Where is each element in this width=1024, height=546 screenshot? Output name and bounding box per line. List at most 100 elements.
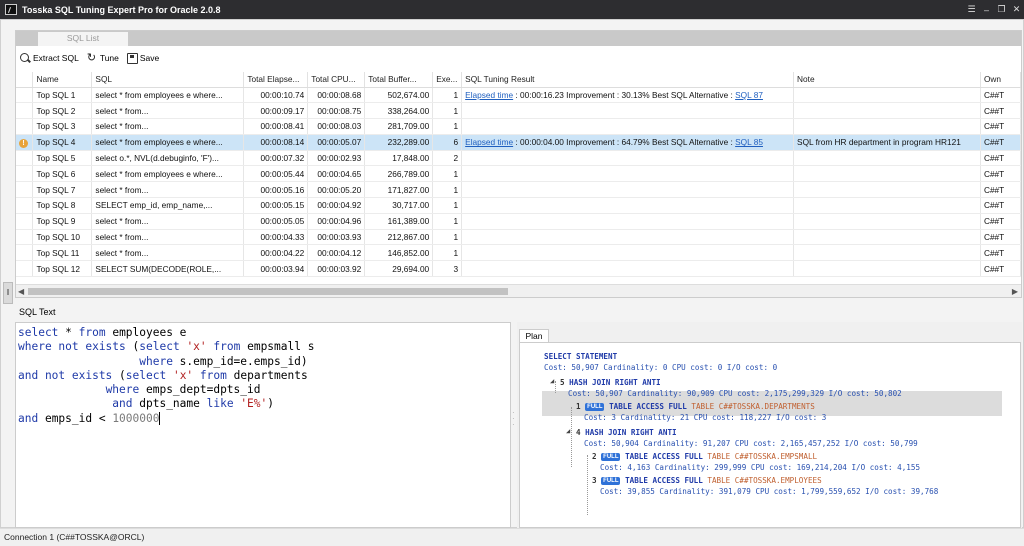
plan-operation: TABLE ACCESS FULL [609,402,687,411]
plan-node-stats: Cost: 50,907 Cardinality: 90,909 CPU cos… [568,389,902,398]
table-row[interactable]: Top SQL 2 select * from... 00:00:09.17 00:0… [16,102,1021,120]
best-sql-link[interactable]: SQL 87 [735,90,763,100]
plan-operation: HASH JOIN RIGHT ANTI [569,378,661,387]
row-header[interactable] [16,102,34,120]
sql-grid: Name SQL Total Elapse... Total CPU... Total … [16,72,1021,284]
cell-cpu: 00:00:08.03 [307,118,366,135]
save-icon [126,52,138,64]
plan-operation: TABLE ACCESS FULL [625,476,703,485]
sql-token: departments [226,368,308,382]
plan-node[interactable]: SELECT STATEMENT Cost: 50,907 Cardinality… [544,351,777,373]
table-row[interactable]: ! Top SQL 4 select * from employees e wher… [16,134,1021,151]
cell-sql: select * from... [91,213,245,230]
plan-node[interactable]: 5 HASH JOIN RIGHT ANTI Cost: 50,907 Cardi… [560,377,902,399]
close-icon[interactable]: ✕ [1009,4,1024,15]
cell-note [793,118,981,135]
cell-owner: C##T [980,260,1021,278]
cell-exe: 3 [432,260,463,278]
scroll-thumb[interactable] [28,288,508,295]
table-row[interactable]: Top SQL 5 select o.*, NVL(d.debuginfo, 'F… [16,150,1021,167]
row-header[interactable] [16,260,34,278]
grid-header: Name SQL Total Elapse... Total CPU... Total … [16,72,1021,88]
row-header[interactable] [16,181,34,199]
cell-cpu: 00:00:04.65 [307,165,366,183]
sql-token: ( [112,368,126,382]
plan-node[interactable]: 1 FULL TABLE ACCESS FULL TABLE C##TOSSKA… [576,401,826,423]
table-row[interactable]: Top SQL 1 select * from employees e where… [16,87,1021,104]
extract-sql-button[interactable]: Extract SQL [20,52,79,64]
column-header[interactable]: Exe... [432,72,463,88]
horizontal-scrollbar[interactable]: ◀ ▶ [16,284,1021,297]
cell-buffer: 17,848.00 [364,150,434,167]
elapsed-time-link[interactable]: Elapsed time [465,137,513,147]
minimize-icon[interactable]: – [979,5,994,15]
plan-table: TABLE C##TOSSKA.DEPARTMENTS [691,402,815,411]
row-header[interactable] [16,213,34,230]
tune-button[interactable]: ↻ Tune [87,52,119,64]
cell-exe: 1 [432,244,463,262]
table-row[interactable]: Top SQL 11 select * from... 00:00:04.22 00:… [16,244,1021,262]
splitter-grip-icon[interactable]: · · · [512,409,515,430]
cell-exe: 1 [432,102,463,120]
row-header[interactable] [16,87,34,104]
table-row[interactable]: Top SQL 6 select * from employees e where… [16,165,1021,183]
cell-note: SQL from HR department in program HR121 [793,134,981,151]
cell-exe: 1 [432,181,463,199]
scroll-left-icon[interactable]: ◀ [18,285,24,298]
table-row[interactable]: Top SQL 8 SELECT emp_id, emp_name,... 00:0… [16,197,1021,214]
cell-elapsed: 00:00:05.44 [243,165,309,183]
row-header[interactable]: ! [16,134,34,151]
sql-editor[interactable]: select * from employees e where not exist… [18,326,508,526]
elapsed-time-link[interactable]: Elapsed time [465,90,513,100]
row-header[interactable] [16,165,34,183]
row-header[interactable] [16,150,34,167]
restore-icon[interactable]: ❐ [994,4,1009,15]
plan-node[interactable]: 4 HASH JOIN RIGHT ANTI Cost: 50,904 Cardi… [576,427,918,449]
save-button[interactable]: Save [126,52,159,64]
column-header[interactable]: Total Elapse... [243,72,309,88]
expand-arrow-icon[interactable]: ◢ [566,427,570,435]
sql-token: and [18,411,39,425]
tab-plan[interactable]: Plan [519,329,549,343]
cell-note [793,102,981,120]
table-row[interactable]: Top SQL 3 select * from... 00:00:08.41 00:0… [16,118,1021,135]
tab-sql-list[interactable]: SQL List [38,32,128,46]
collapse-handle-icon[interactable]: ‖ [3,282,13,304]
row-header[interactable] [16,118,34,135]
cell-elapsed: 00:00:05.15 [243,197,309,214]
plan-node[interactable]: 2 FULL TABLE ACCESS FULL TABLE C##TOSSKA… [592,451,920,473]
column-header[interactable]: Total Buffer... [364,72,434,88]
plan-node[interactable]: 3 FULL TABLE ACCESS FULL TABLE C##TOSSKA… [592,475,938,497]
cell-sql: select * from employees e where... [91,87,245,104]
column-header[interactable]: SQL Tuning Result [461,72,795,88]
column-header[interactable]: Total CPU... [307,72,366,88]
cell-tuning-result [461,260,795,278]
row-header[interactable] [16,197,34,214]
sql-text-panel: select * from employees e where not exist… [15,322,511,528]
column-header[interactable]: Name [32,72,93,88]
cell-buffer: 266,789.00 [364,165,434,183]
menu-icon[interactable]: ☰ [964,4,979,15]
column-header[interactable]: Note [793,72,981,88]
row-header[interactable] [16,229,34,246]
main-area: ‖ SQL List Extract SQL ↻ Tune Save Name … [0,19,1024,528]
table-row[interactable]: Top SQL 7 select * from... 00:00:05.16 00:0… [16,181,1021,199]
table-row[interactable]: Top SQL 10 select * from... 00:00:04.33 00:… [16,229,1021,246]
expand-arrow-icon[interactable]: ◢ [550,377,554,385]
scroll-right-icon[interactable]: ▶ [1012,285,1018,298]
cell-tuning-result: Elapsed time : 00:00:16.23 Improvement :… [461,87,795,104]
column-header[interactable]: Own [980,72,1021,88]
sql-token: ) [267,397,275,411]
sql-token: and [112,397,133,411]
column-header[interactable]: SQL [91,72,245,88]
row-header[interactable] [16,244,34,262]
table-row[interactable]: Top SQL 12 SELECT SUM(DECODE(ROLE,... 00:0… [16,260,1021,278]
table-row[interactable]: Top SQL 9 select * from... 00:00:05.05 00:0… [16,213,1021,230]
cell-elapsed: 00:00:10.74 [243,87,309,104]
best-sql-link[interactable]: SQL 85 [735,137,763,147]
cell-name: Top SQL 5 [32,150,93,167]
cell-buffer: 502,674.00 [364,87,434,104]
